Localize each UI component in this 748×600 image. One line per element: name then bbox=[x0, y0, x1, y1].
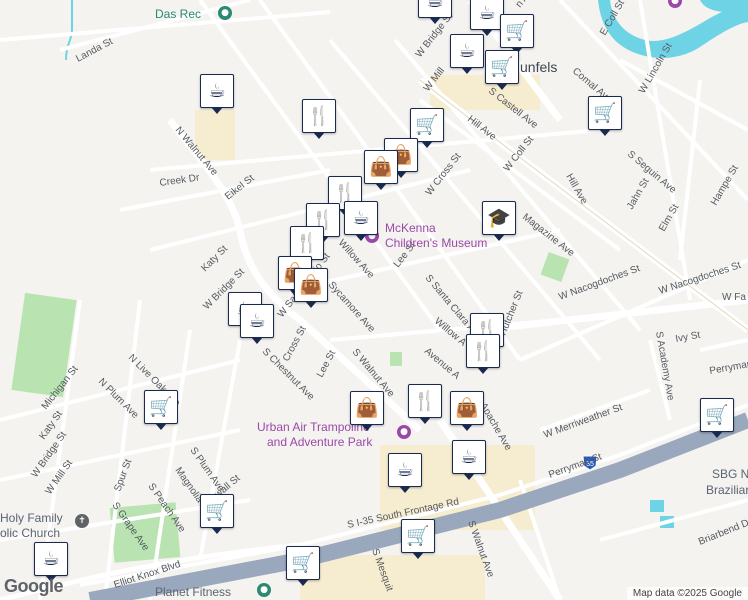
coffee-cup-icon: ☕ bbox=[248, 309, 266, 332]
label-n-plum-ave: N Plum Ave bbox=[96, 376, 141, 421]
label-sbg-1: SBG N bbox=[712, 467, 748, 481]
shopping-cart-icon: 🛒 bbox=[291, 551, 315, 574]
fork-knife-icon: 🍴 bbox=[413, 389, 437, 412]
commercial-area-2 bbox=[300, 555, 485, 600]
label-city: unfels bbox=[520, 59, 557, 75]
shopping-cart-icon: 🛒 bbox=[415, 113, 439, 136]
school-marker[interactable]: 🎓 bbox=[482, 201, 516, 241]
grocery-marker[interactable]: 🛒 bbox=[588, 96, 622, 136]
coffee-cup-icon: ☕ bbox=[208, 79, 226, 102]
map-canvas[interactable]: 35 Landa St N Walnut Ave Creek Dr Eikel … bbox=[0, 0, 748, 600]
coffee-cup-icon: ☕ bbox=[426, 0, 444, 12]
label-briarbend-dr: Briarbend Dr bbox=[697, 516, 748, 548]
shopping-marker[interactable]: 👜 bbox=[350, 391, 384, 431]
restaurant-marker[interactable]: 🍴 bbox=[302, 99, 336, 139]
shopping-cart-icon: 🛒 bbox=[505, 19, 529, 42]
park-4 bbox=[390, 352, 402, 366]
creek bbox=[65, 0, 73, 61]
fork-knife-icon: 🍴 bbox=[307, 104, 331, 127]
label-cross-st: Cross St bbox=[281, 324, 309, 363]
grocery-marker[interactable]: 🛒 bbox=[144, 390, 178, 430]
shopping-cart-icon: 🛒 bbox=[406, 524, 430, 547]
coffee-cup-icon: ☕ bbox=[458, 39, 476, 62]
label-creek-dr: Creek Dr bbox=[159, 172, 201, 189]
google-logo: Google bbox=[4, 576, 64, 596]
label-katy-st-upper: Katy St bbox=[199, 243, 230, 274]
label-perryman: Perryman bbox=[709, 359, 748, 377]
cafe-marker[interactable]: ☕ bbox=[200, 74, 234, 114]
cafe-marker[interactable]: ☕ bbox=[344, 201, 378, 241]
restaurant-marker[interactable]: 🍴 bbox=[408, 384, 442, 424]
label-jahn-st: Jahn St bbox=[625, 176, 652, 211]
label-mckenna-2: Children's Museum bbox=[385, 236, 487, 250]
planet-fitness-pin-icon[interactable]: ● bbox=[257, 583, 271, 597]
label-n-ave: n Ave bbox=[514, 0, 538, 10]
coffee-cup-icon: ☕ bbox=[396, 458, 414, 481]
grocery-marker[interactable]: 🛒 bbox=[500, 14, 534, 54]
graduation-cap-icon: 🎓 bbox=[487, 206, 511, 229]
cafe-marker[interactable]: ☕ bbox=[418, 0, 452, 24]
label-spur-st: Spur St bbox=[112, 458, 134, 493]
label-holy-family-1: Holy Family bbox=[0, 511, 63, 525]
grocery-marker[interactable]: 🛒 bbox=[485, 50, 519, 90]
river-right bbox=[700, 0, 748, 13]
fork-knife-icon: 🍴 bbox=[295, 231, 319, 254]
label-urban-air-2: and Adventure Park bbox=[267, 435, 373, 449]
shopping-cart-icon: 🛒 bbox=[205, 499, 229, 522]
shopping-cart-icon: 🛒 bbox=[149, 395, 173, 418]
shopping-marker[interactable]: 👜 bbox=[364, 150, 398, 190]
grocery-marker[interactable]: 🛒 bbox=[286, 546, 320, 586]
label-das-rec: Das Rec bbox=[155, 7, 201, 21]
label-w-nacogdoches-st: W Nacogdoches St bbox=[557, 263, 641, 303]
water-pool-1 bbox=[650, 500, 664, 512]
label-sycamore-ave: Sycamore Ave bbox=[326, 280, 377, 335]
cafe-marker[interactable]: ☕ bbox=[388, 453, 422, 493]
label-planet-fitness: Planet Fitness bbox=[155, 585, 231, 599]
label-lee-st-lower: Lee St bbox=[315, 349, 338, 380]
shopping-bag-icon: 👜 bbox=[369, 155, 393, 178]
shopping-bag-icon: 👜 bbox=[355, 396, 379, 419]
cafe-marker[interactable]: ☕ bbox=[240, 304, 274, 344]
label-mckenna-1: McKenna bbox=[385, 221, 436, 235]
holy-family-pin-icon[interactable]: ✝ bbox=[75, 514, 89, 528]
coffee-cup-icon: ☕ bbox=[352, 206, 370, 229]
shopping-bag-icon: 👜 bbox=[455, 396, 479, 419]
shopping-marker[interactable]: 👜 bbox=[294, 268, 328, 308]
urban-air-pin-icon[interactable]: ● bbox=[397, 425, 411, 439]
label-holy-family-2: olic Church bbox=[0, 526, 60, 540]
cafe-marker[interactable]: ☕ bbox=[452, 440, 486, 480]
coffee-cup-icon: ☕ bbox=[460, 445, 478, 468]
fork-knife-icon: 🍴 bbox=[471, 339, 495, 362]
label-avenue-a: Avenue A bbox=[422, 346, 462, 382]
grocery-marker[interactable]: 🛒 bbox=[410, 108, 444, 148]
fork-knife-icon: 🍴 bbox=[333, 181, 357, 204]
grocery-marker[interactable]: 🛒 bbox=[401, 519, 435, 559]
coffee-cup-icon: ☕ bbox=[42, 547, 60, 570]
das-rec-pin-icon[interactable]: ● bbox=[218, 6, 232, 20]
cafe-marker[interactable]: ☕ bbox=[450, 34, 484, 74]
label-ivy-st: Ivy St bbox=[675, 330, 702, 345]
shopping-bag-icon: 👜 bbox=[299, 273, 323, 296]
restaurant-marker[interactable]: 🍴 bbox=[290, 226, 324, 266]
map-attribution[interactable]: Map data ©2025 Google bbox=[626, 587, 748, 600]
grocery-marker[interactable]: 🛒 bbox=[700, 398, 734, 438]
grocery-marker[interactable]: 🛒 bbox=[200, 494, 234, 534]
shopping-cart-icon: 🛒 bbox=[705, 403, 729, 426]
restaurant-marker[interactable]: 🍴 bbox=[466, 334, 500, 374]
cafe-marker[interactable]: ☕ bbox=[470, 0, 504, 36]
shopping-cart-icon: 🛒 bbox=[490, 55, 514, 78]
shopping-cart-icon: 🛒 bbox=[593, 101, 617, 124]
label-w-merriweather-st: W Merriweather St bbox=[542, 402, 624, 441]
label-sbg-2: Brazilian Jiu bbox=[706, 483, 748, 497]
label-w-faust: W Fa bbox=[722, 292, 746, 303]
coffee-cup-icon: ☕ bbox=[478, 1, 496, 24]
cafe-marker[interactable]: ☕ bbox=[34, 542, 68, 582]
park-3 bbox=[540, 251, 570, 283]
shopping-marker[interactable]: 👜 bbox=[450, 391, 484, 431]
